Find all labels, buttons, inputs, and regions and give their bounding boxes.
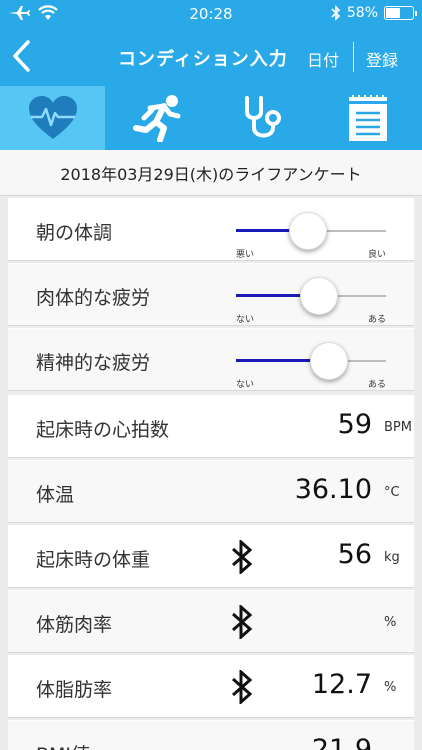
row-label: 起床時の体重	[36, 549, 151, 571]
morning-condition-slider[interactable]	[236, 212, 386, 250]
measure-row-temperature[interactable]: 体温 36.10 °C	[8, 460, 414, 523]
slider-max-label: ある	[367, 315, 386, 325]
slider-max-label: ある	[367, 380, 386, 390]
body-fat-value[interactable]: 12.7	[312, 669, 372, 700]
runner-icon	[132, 95, 180, 142]
slider-min-label: ない	[236, 380, 255, 390]
unit-label: %	[384, 680, 397, 695]
register-button[interactable]: 登録	[366, 47, 398, 71]
nav-bar: コンディション入力 日付 登録	[0, 28, 422, 86]
slider-max-label: 良い	[367, 250, 386, 260]
measure-row-muscle-rate[interactable]: 体筋肉率 %	[8, 590, 414, 653]
slider-thumb[interactable]	[300, 277, 338, 315]
mental-fatigue-slider[interactable]	[236, 342, 386, 380]
bmi-value[interactable]: 21.9	[312, 734, 372, 750]
slider-min-label: ない	[236, 315, 255, 325]
measure-row-heart-rate[interactable]: 起床時の心拍数 59 BPM	[8, 395, 414, 458]
survey-row-mental-fatigue: 精神的な疲労 ない ある	[8, 328, 414, 391]
row-label: 体筋肉率	[36, 614, 113, 636]
tab-notes[interactable]	[315, 86, 420, 150]
row-label: 精神的な疲労	[36, 352, 151, 374]
measure-row-weight[interactable]: 起床時の体重 56 kg	[8, 525, 414, 588]
bluetooth-icon[interactable]	[230, 540, 254, 574]
row-label: 肉体的な疲労	[36, 287, 151, 309]
row-label: 起床時の心拍数	[36, 419, 170, 441]
temperature-value[interactable]: 36.10	[295, 474, 372, 505]
tab-medical[interactable]	[210, 86, 315, 150]
back-button[interactable]	[8, 38, 38, 74]
survey-row-physical-fatigue: 肉体的な疲労 ない ある	[8, 263, 414, 326]
measure-row-body-fat[interactable]: 体脂肪率 12.7 %	[8, 655, 414, 718]
slider-min-label: 悪い	[236, 250, 255, 260]
weight-value[interactable]: 56	[338, 539, 372, 570]
slider-thumb[interactable]	[289, 212, 327, 250]
notepad-icon	[348, 95, 387, 141]
survey-row-morning-condition: 朝の体調 悪い 良い	[8, 198, 414, 261]
unit-label: BPM	[384, 420, 412, 435]
measure-row-bmi[interactable]: BMI値 21.9	[8, 720, 414, 750]
tab-bar	[0, 86, 422, 150]
unit-label: kg	[384, 550, 400, 565]
page-title: コンディション入力	[118, 49, 288, 70]
bluetooth-icon[interactable]	[230, 605, 254, 639]
battery-fill	[386, 8, 400, 18]
heart-pulse-icon	[28, 96, 77, 139]
slider-thumb[interactable]	[310, 342, 348, 380]
battery-percent: 58%	[346, 5, 378, 21]
status-bar: 20:28 58%	[0, 0, 422, 28]
battery-icon	[384, 6, 417, 20]
bluetooth-status-icon	[331, 5, 341, 21]
bluetooth-icon[interactable]	[230, 670, 254, 704]
row-label: 体脂肪率	[36, 679, 113, 701]
status-right: 58%	[331, 5, 417, 21]
survey-date-header: 2018年03月29日(木)のライフアンケート	[0, 150, 422, 196]
physical-fatigue-slider[interactable]	[236, 277, 386, 315]
date-button[interactable]: 日付	[307, 47, 339, 71]
heart-rate-value[interactable]: 59	[338, 409, 372, 440]
unit-label: %	[384, 615, 397, 630]
stethoscope-icon	[244, 96, 281, 138]
row-label: BMI値	[36, 740, 90, 750]
row-label: 体温	[36, 484, 75, 506]
tab-condition[interactable]	[0, 86, 105, 150]
row-label: 朝の体調	[36, 222, 113, 244]
nav-divider	[353, 42, 354, 72]
tab-training[interactable]	[105, 86, 210, 150]
chevron-left-icon	[13, 40, 30, 72]
unit-label: °C	[384, 485, 400, 500]
